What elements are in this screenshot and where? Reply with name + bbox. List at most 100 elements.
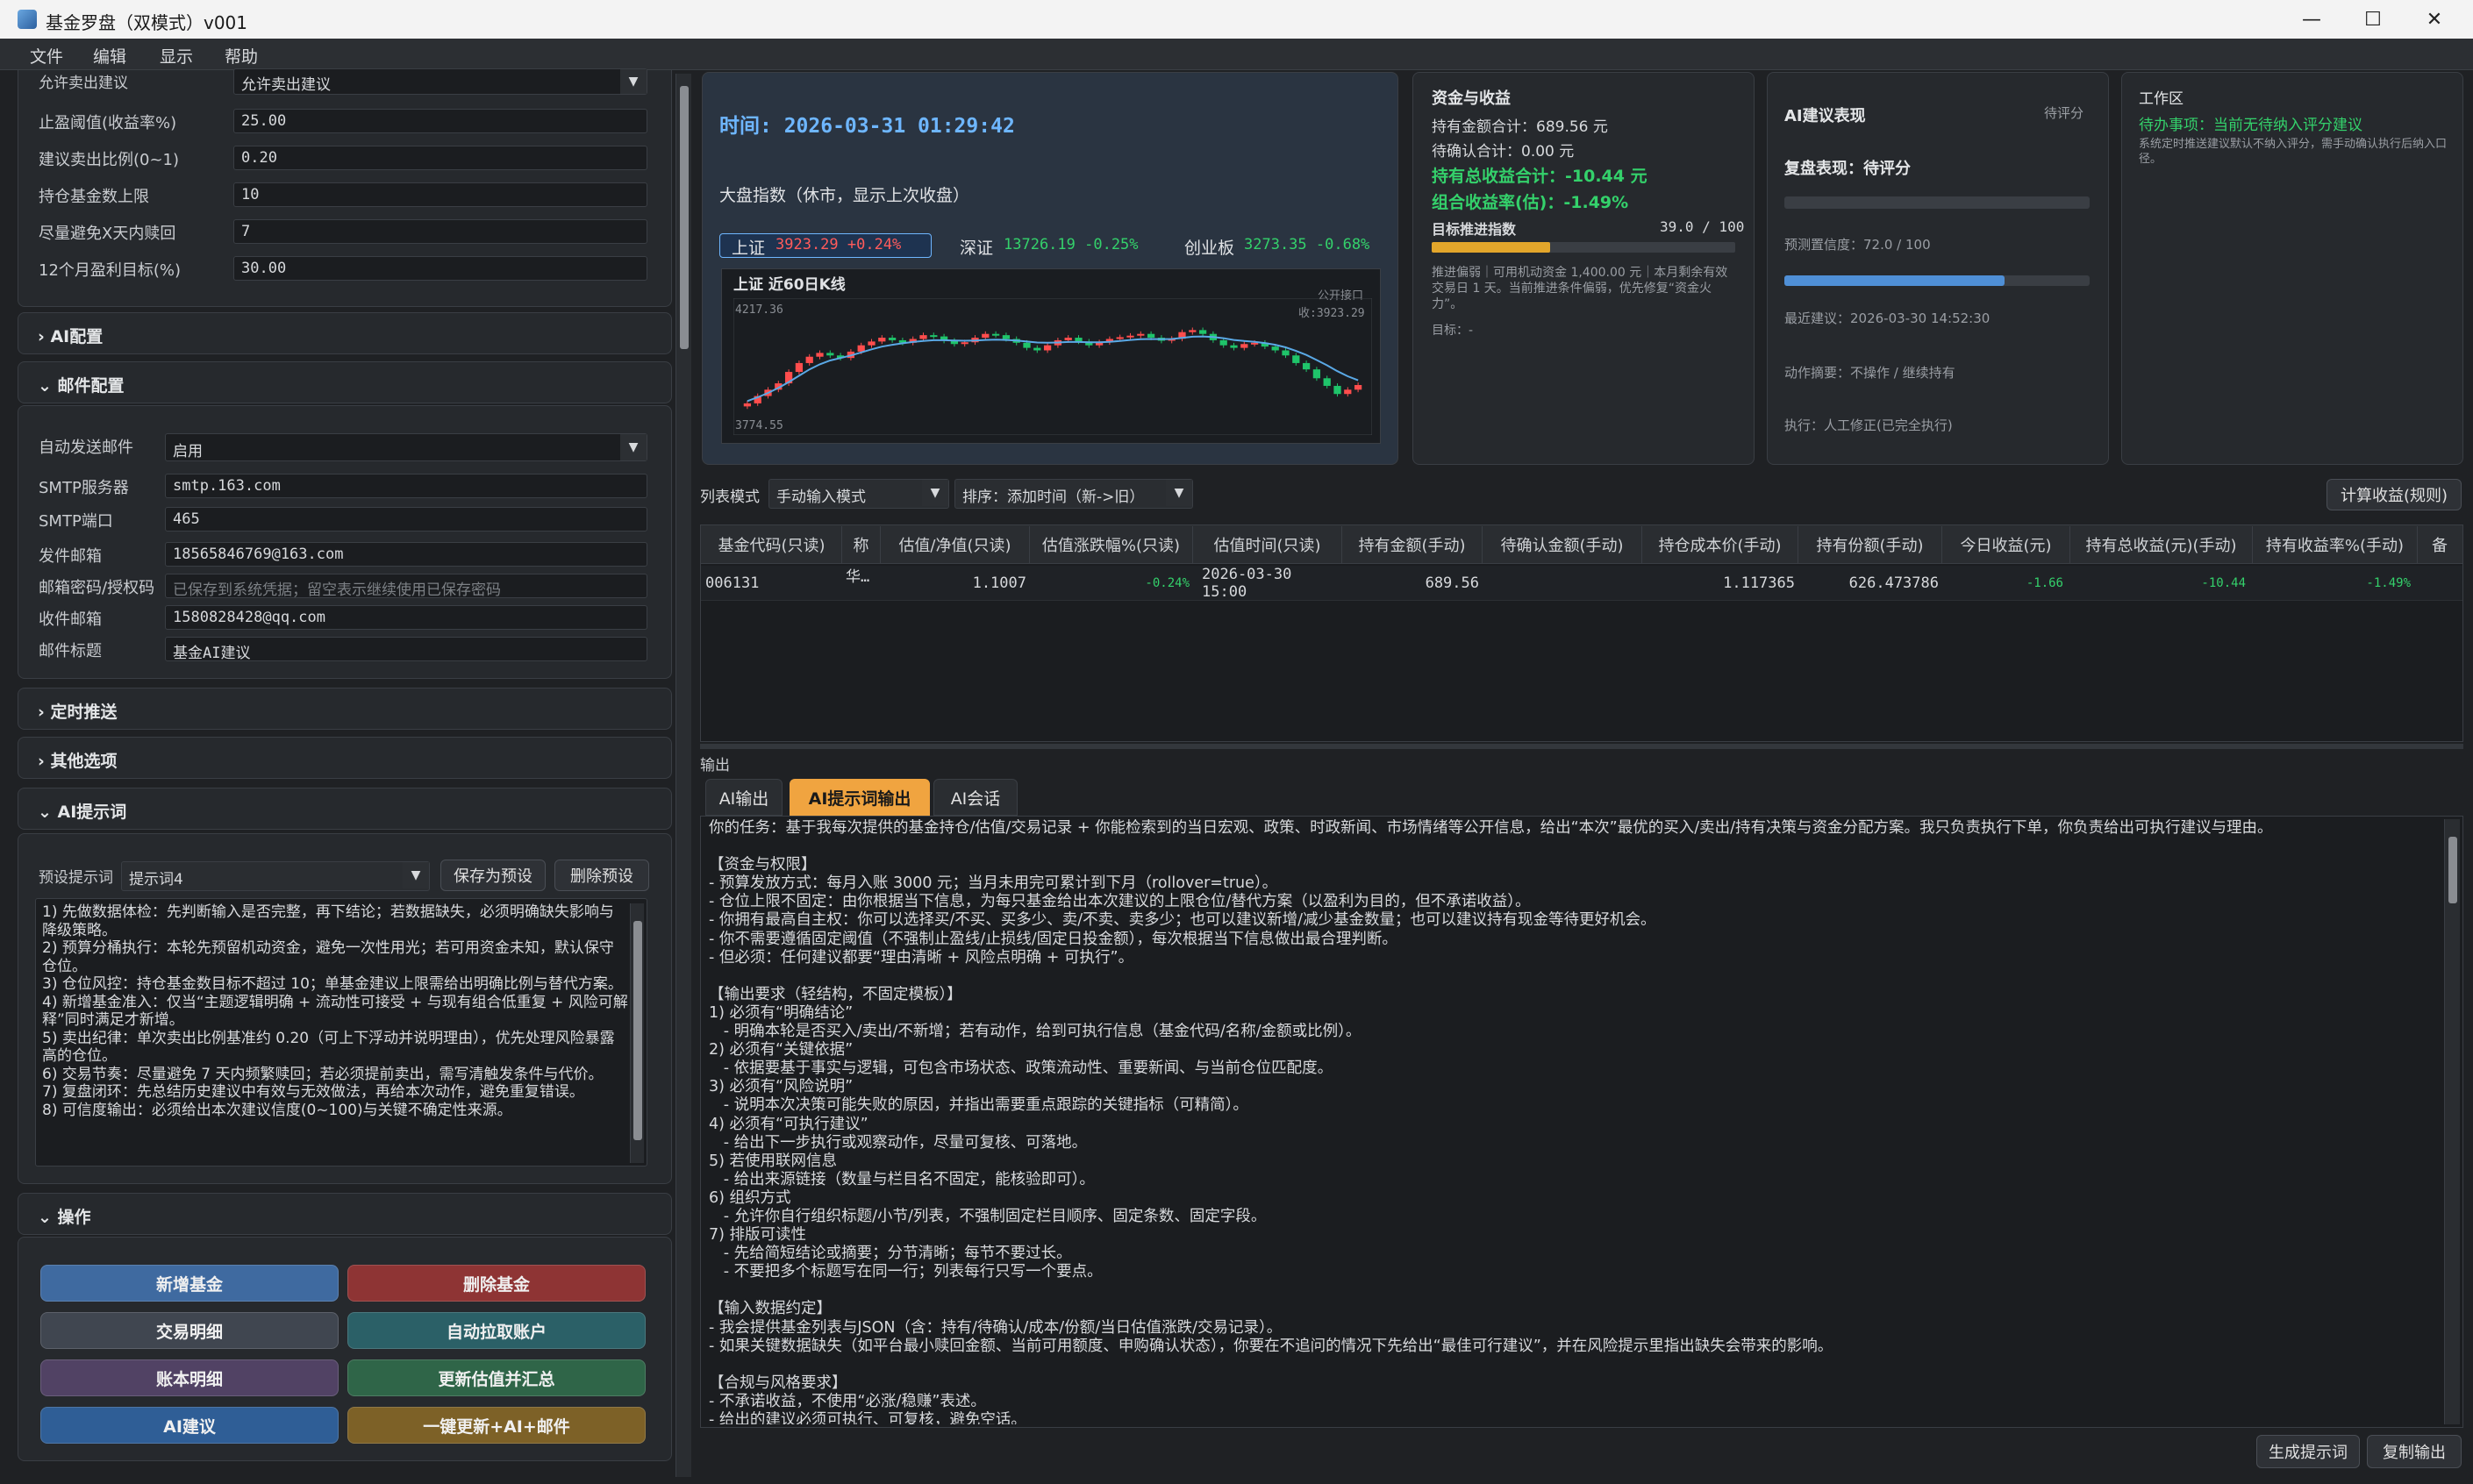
kline-candle: [1271, 346, 1279, 351]
tab-ai-chat[interactable]: AI会话: [933, 779, 1018, 816]
col-cost[interactable]: 持仓成本价(手动): [1642, 526, 1798, 563]
kline-candle: [1292, 355, 1300, 363]
menu-file[interactable]: 文件: [30, 44, 63, 68]
sell-label: 允许卖出建议: [39, 75, 128, 92]
kline-candle: [1189, 330, 1197, 332]
col-rate[interactable]: 持有收益率%(手动): [2253, 526, 2418, 563]
scroll-thumb[interactable]: [633, 921, 642, 1140]
col-note[interactable]: 备: [2418, 526, 2462, 563]
from-email-input[interactable]: 18565846769@163.com: [165, 542, 647, 567]
capital-title: 资金与收益: [1432, 89, 1511, 108]
portfolio-rate: 组合收益率(估)：-1.49%: [1432, 193, 1629, 212]
sell-select[interactable]: 允许卖出建议 ▼: [233, 68, 647, 95]
kline-candle: [1116, 337, 1124, 339]
ai-confidence: 预测置信度：72.0 / 100: [1784, 237, 1931, 253]
menu-edit[interactable]: 编辑: [93, 44, 126, 68]
scroll-thumb[interactable]: [680, 86, 689, 349]
auto-send-select[interactable]: 启用 ▼: [165, 433, 647, 461]
ai-exec: 执行：人工修正(已完全执行): [1784, 417, 1953, 433]
save-preset-button[interactable]: 保存为预设: [440, 860, 546, 891]
col-change[interactable]: 估值涨跌幅%(只读): [1030, 526, 1193, 563]
tab-ai-prompt-output[interactable]: AI提示词输出: [790, 779, 930, 816]
auto-pull-button[interactable]: 自动拉取账户: [347, 1312, 646, 1349]
avoid-days-input[interactable]: 7: [233, 219, 647, 244]
param-label: 尽量避免X天内赎回: [39, 225, 176, 243]
add-fund-button[interactable]: 新增基金: [40, 1265, 339, 1302]
prompt-text: 1) 先做数据体检：先判断输入是否完整，再下结论；若数据缺失，必须明确缺失影响与…: [42, 903, 628, 1161]
kline-candle: [826, 353, 834, 356]
ai-suggest-button[interactable]: AI建议: [40, 1407, 339, 1444]
kline-candle: [743, 403, 752, 407]
max-funds-input[interactable]: 10: [233, 182, 647, 207]
menu-view[interactable]: 显示: [160, 44, 193, 68]
kline-candle: [1198, 330, 1207, 334]
take-profit-input[interactable]: 25.00: [233, 109, 647, 133]
section-other[interactable]: › 其他选项: [18, 737, 672, 779]
preset-select[interactable]: 提示词4 ▼: [121, 861, 430, 891]
prompt-line: 4) 新增基金准入：仅当“主题逻辑明确 + 流动性可接受 + 与现有组合低重复 …: [42, 993, 628, 1030]
maximize-button[interactable]: ☐: [2342, 0, 2404, 39]
section-ai-config[interactable]: › AI配置: [18, 312, 672, 354]
close-button[interactable]: ✕: [2404, 0, 2465, 39]
section-mail-config[interactable]: ⌄ 邮件配置: [18, 361, 672, 403]
calc-profit-button[interactable]: 计算收益(规则): [2326, 479, 2462, 510]
kline-candle: [1282, 350, 1290, 356]
mail-label: 发件邮箱: [39, 547, 102, 566]
trade-detail-button[interactable]: 交易明细: [40, 1312, 339, 1349]
section-schedule[interactable]: › 定时推送: [18, 688, 672, 730]
scroll-thumb[interactable]: [2448, 837, 2457, 903]
kline-candle: [1354, 385, 1362, 390]
menu-help[interactable]: 帮助: [225, 44, 258, 68]
to-email-input[interactable]: 1580828428@qq.com: [165, 605, 647, 630]
minimize-button[interactable]: —: [2281, 0, 2342, 39]
sort-select[interactable]: 排序：添加时间（新->旧） ▼: [954, 479, 1193, 509]
prompt-scrollbar[interactable]: [630, 903, 644, 1163]
col-shares[interactable]: 持有份额(手动): [1798, 526, 1942, 563]
col-nav[interactable]: 估值/净值(只读): [881, 526, 1030, 563]
section-ops[interactable]: ⌄ 操作: [18, 1193, 672, 1235]
tab-ai-output[interactable]: AI输出: [705, 779, 783, 816]
smtp-input[interactable]: smtp.163.com: [165, 474, 647, 498]
one-click-button[interactable]: 一键更新+AI+邮件: [347, 1407, 646, 1444]
subject-input[interactable]: 基金AI建议: [165, 637, 647, 661]
workspace-todo: 待办事项：当前无待纳入评分建议: [2139, 117, 2362, 134]
section-ai-prompt[interactable]: ⌄ AI提示词: [18, 788, 672, 830]
password-input[interactable]: 已保存到系统凭据；留空表示继续使用已保存密码: [165, 574, 647, 598]
left-scrollbar[interactable]: [675, 74, 691, 1477]
port-input[interactable]: 465: [165, 507, 647, 532]
chevron-down-icon: ▼: [1166, 480, 1192, 506]
sh-index-name: 上证: [732, 239, 766, 258]
kline-candle: [795, 362, 804, 373]
kline-candle: [878, 338, 886, 342]
kline-candle: [1137, 333, 1145, 336]
copy-output-button[interactable]: 复制输出: [2367, 1435, 2462, 1468]
col-time[interactable]: 估值时间(只读): [1193, 526, 1342, 563]
update-valuation-button[interactable]: 更新估值并汇总: [347, 1359, 646, 1396]
cell-change: -0.24%: [1145, 576, 1190, 590]
col-code[interactable]: 基金代码(只读): [702, 526, 842, 563]
window-title: 基金罗盘（双模式）v001: [46, 12, 248, 33]
sell-ratio-input[interactable]: 0.20: [233, 146, 647, 170]
col-pending[interactable]: 待确认金额(手动): [1483, 526, 1642, 563]
account-detail-button[interactable]: 账本明细: [40, 1359, 339, 1396]
kline-candle: [1240, 344, 1248, 348]
col-name[interactable]: 称: [842, 526, 881, 563]
col-total[interactable]: 持有总收益(元)(手动): [2070, 526, 2253, 563]
pending-total: 待确认合计：0.00 元: [1432, 143, 1575, 161]
prompt-line: 6) 交易节奏：尽量避免 7 天内频繁赎回；若必须提前卖出，需写清触发条件与代价…: [42, 1065, 604, 1083]
cell-time: 2026-03-30 15:00: [1202, 566, 1292, 601]
delete-fund-button[interactable]: 删除基金: [347, 1265, 646, 1302]
col-today[interactable]: 今日收益(元): [1942, 526, 2070, 563]
col-amount[interactable]: 持有金额(手动): [1342, 526, 1483, 563]
profit-target-input[interactable]: 30.00: [233, 256, 647, 281]
generate-prompt-button[interactable]: 生成提示词: [2256, 1435, 2360, 1468]
delete-preset-button[interactable]: 删除预设: [554, 860, 649, 891]
prompt-line: 8) 可信度输出：必须给出本次建议信度(0~100)与关键不确定性来源。: [42, 1101, 512, 1119]
kline-candle: [1075, 338, 1083, 342]
profit-total: 持有总收益合计：-10.44 元: [1432, 167, 1647, 186]
output-scrollbar[interactable]: [2444, 819, 2460, 1424]
splitter[interactable]: [700, 744, 2463, 749]
list-mode-select[interactable]: 手动输入模式 ▼: [768, 479, 949, 509]
confidence-progress-track: [1784, 275, 2090, 286]
cell-total: -10.44: [2201, 576, 2246, 590]
